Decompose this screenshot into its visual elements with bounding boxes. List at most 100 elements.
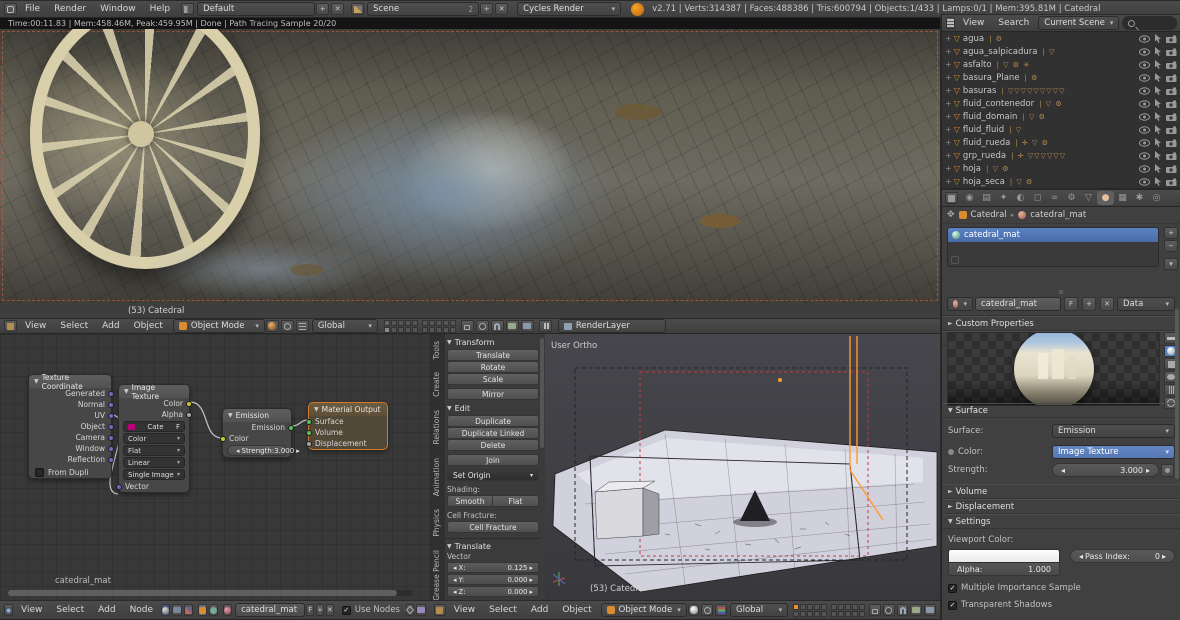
editor-type-icon[interactable] — [4, 320, 17, 332]
properties-tab-icon[interactable]: ∞ — [1046, 191, 1063, 205]
expand-icon[interactable]: + — [945, 177, 952, 186]
set-origin-dropdown[interactable]: Set Origin▾ — [447, 469, 539, 481]
snap-magnet-icon[interactable] — [897, 604, 909, 616]
h-scrollbar-thumb[interactable] — [8, 590, 397, 596]
fake-user-button[interactable]: F — [1064, 297, 1078, 311]
expand-icon[interactable]: + — [945, 73, 952, 82]
viewport-3d[interactable]: User Ortho — [545, 334, 940, 600]
node-texture-coordinate[interactable]: ▼Texture Coordinate GeneratedNormalUVObj… — [28, 374, 112, 479]
selectability-cursor-icon[interactable] — [1154, 34, 1162, 43]
node-material-output[interactable]: ▼Material Output Surface Volume Displace… — [308, 402, 388, 450]
add-material-button[interactable]: + — [1082, 297, 1096, 311]
properties-tab-icon[interactable]: ◎ — [1148, 191, 1165, 205]
flat-button[interactable]: Flat — [493, 495, 539, 507]
menu-item[interactable]: File — [18, 4, 47, 14]
menu-item[interactable]: Window — [93, 4, 143, 14]
selectability-cursor-icon[interactable] — [1154, 60, 1162, 69]
node-dropdown[interactable]: Linear▾ — [123, 457, 185, 468]
tool-shelf-tab[interactable]: Relations — [431, 403, 445, 450]
panel-displacement[interactable]: ►Displacement — [942, 499, 1180, 514]
delete-scene-button[interactable]: ✕ — [495, 3, 508, 15]
strength-slider[interactable]: ◂3.000▸ — [1052, 463, 1159, 477]
transform-button[interactable]: Rotate — [447, 361, 539, 373]
menu-item[interactable]: Search — [991, 18, 1036, 28]
selectability-cursor-icon[interactable] — [1154, 86, 1162, 95]
panel-volume[interactable]: ►Volume — [942, 484, 1180, 499]
menu-item[interactable]: Add — [91, 605, 122, 615]
outliner-row[interactable]: + ▽ fluid_rueda | ✛ ▽ ⚙ — [942, 136, 1180, 149]
slider-right-arrow[interactable]: ▸ — [296, 447, 300, 455]
outliner-row[interactable]: + ▽ basuras | ▽▽▽▽▽▽▽▽▽ — [942, 84, 1180, 97]
layer-grid[interactable] — [793, 604, 865, 617]
properties-tab-icon[interactable]: ◻ — [1029, 191, 1046, 205]
renderability-camera-icon[interactable] — [1166, 61, 1177, 69]
menu-item[interactable]: View — [447, 605, 482, 615]
menu-item[interactable]: View — [956, 18, 991, 28]
panel-surface[interactable]: ▼Surface — [942, 403, 1180, 418]
object-name[interactable]: hoja_seca — [963, 177, 1005, 187]
transform-button[interactable]: Translate — [447, 349, 539, 361]
strength-input-toggle[interactable] — [1161, 464, 1174, 477]
world-shader-toggle[interactable] — [209, 604, 218, 616]
expand-icon[interactable]: + — [945, 47, 952, 56]
vector-socket[interactable] — [108, 413, 114, 419]
slider-left-arrow[interactable]: ◂ — [453, 576, 457, 584]
image-datablock[interactable]: CateF — [123, 421, 185, 432]
pause-icon[interactable] — [539, 320, 552, 332]
object-name[interactable]: basura_Plane — [963, 73, 1020, 83]
vector-field[interactable]: ◂Y: 0.000▸ — [447, 574, 539, 585]
search-input[interactable] — [1122, 16, 1177, 30]
mode-select[interactable]: Object Mode▾ — [601, 603, 687, 617]
material-name-field[interactable]: catedral_mat — [975, 297, 1061, 311]
panel-custom-properties[interactable]: ►Custom Properties — [942, 316, 1180, 331]
layer-grid[interactable] — [384, 320, 456, 333]
mirror-button[interactable]: Mirror — [447, 388, 539, 400]
outliner-row[interactable]: + ▽ grp_rueda | ✛ ▽▽▽▽▽▽ — [942, 149, 1180, 162]
add-material-button[interactable]: + — [316, 604, 324, 616]
visibility-eye-icon[interactable] — [1139, 152, 1150, 160]
selectability-cursor-icon[interactable] — [1154, 151, 1162, 160]
shader-nodes-toggle[interactable] — [161, 604, 170, 616]
link-mode-select[interactable]: Data▾ — [1117, 297, 1175, 311]
proportional-edit-icon[interactable] — [476, 320, 489, 332]
outliner-row[interactable]: + ▽ fluid_domain | ▽ ⚙ — [942, 110, 1180, 123]
object-name[interactable]: agua — [963, 34, 984, 44]
editor-type-icon[interactable] — [4, 604, 13, 616]
object-shader-toggle[interactable] — [198, 604, 207, 616]
viewport-color-swatch[interactable] — [948, 549, 1060, 563]
selectability-cursor-icon[interactable] — [1154, 112, 1162, 121]
visibility-eye-icon[interactable] — [1139, 87, 1150, 95]
slot-specials-button[interactable]: ▾ — [1164, 258, 1178, 270]
scene-select[interactable]: Scene2 — [367, 2, 479, 16]
slider-left-arrow[interactable]: ◂ — [1061, 466, 1065, 475]
menu-item[interactable]: Select — [53, 321, 95, 331]
panel-title-translate[interactable]: Translate — [455, 542, 491, 551]
tool-shelf-tab[interactable]: Create — [431, 365, 445, 403]
slider-left-arrow[interactable]: ◂ — [1079, 552, 1083, 561]
node-dropdown[interactable]: Flat▾ — [123, 445, 185, 456]
manipulator-icon[interactable] — [715, 604, 727, 616]
expand-icon[interactable]: + — [945, 125, 952, 134]
renderability-camera-icon[interactable] — [1166, 165, 1177, 173]
object-name[interactable]: fluid_fluid — [963, 125, 1004, 135]
properties-tab-icon[interactable]: ◉ — [961, 191, 978, 205]
renderability-camera-icon[interactable] — [1166, 74, 1177, 82]
properties-tab-icon[interactable]: ▽ — [1080, 191, 1097, 205]
display-scope-select[interactable]: Current Scene▾ — [1038, 16, 1119, 30]
visibility-eye-icon[interactable] — [1139, 35, 1150, 43]
node-dropdown[interactable]: Color▾ — [123, 433, 185, 444]
menu-item[interactable]: Help — [143, 4, 178, 14]
shading-mode-icon[interactable] — [266, 320, 279, 332]
renderability-camera-icon[interactable] — [1166, 178, 1177, 186]
panel-title-transform[interactable]: Transform — [455, 338, 495, 347]
slider-left-arrow[interactable]: ◂ — [236, 447, 240, 455]
vector-socket[interactable] — [108, 391, 114, 397]
color-socket[interactable] — [220, 436, 226, 442]
pivot-point-icon[interactable] — [281, 320, 294, 332]
material-name-field[interactable]: catedral_mat — [235, 603, 305, 617]
material-icon[interactable] — [223, 604, 232, 616]
pass-index-slider[interactable]: ◂Pass Index:0▸ — [1070, 549, 1175, 563]
render-still-icon[interactable] — [910, 604, 922, 616]
panel-settings[interactable]: ▼Settings — [942, 514, 1180, 529]
shader-socket[interactable] — [306, 419, 312, 425]
